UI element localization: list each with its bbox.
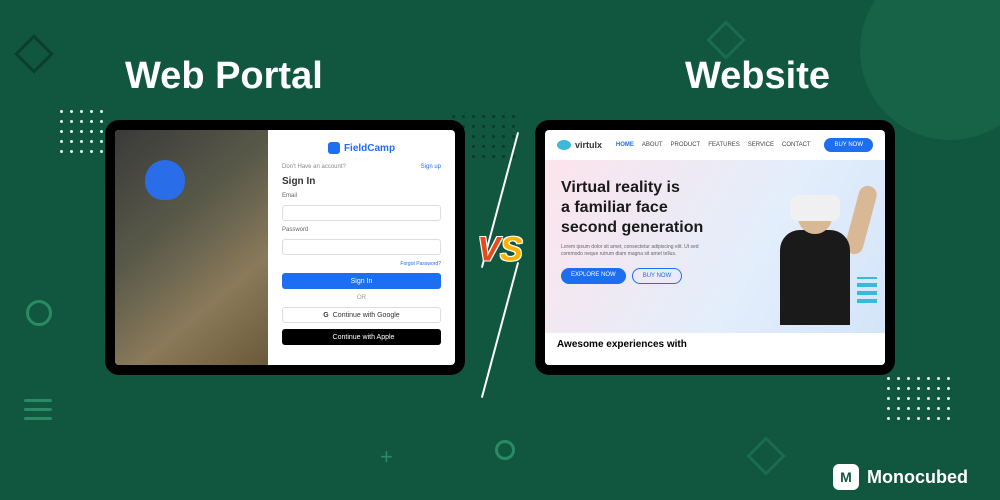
portal-logo: FieldCamp	[282, 142, 441, 154]
signin-button[interactable]: Sign In	[282, 273, 441, 289]
vs-divider-line	[481, 262, 519, 398]
dot-pattern	[887, 377, 950, 420]
email-label: Email	[282, 193, 441, 199]
portal-hero-image	[115, 130, 268, 365]
nav-features[interactable]: FEATURES	[708, 142, 740, 148]
bg-blob	[860, 0, 1000, 140]
site-logo-icon	[557, 140, 571, 150]
dot-pattern	[60, 110, 103, 153]
heading-right: Website	[685, 55, 830, 98]
no-account-text: Don't Have an account?	[282, 164, 346, 170]
site-logo-text: virtulx	[575, 140, 602, 150]
email-input[interactable]	[282, 205, 441, 221]
portal-logo-icon	[328, 142, 340, 154]
vs-badge: VS	[477, 231, 522, 270]
signin-title: Sign In	[282, 176, 441, 187]
buy-button[interactable]: BUY NOW	[632, 268, 683, 284]
accent-wave-icon	[857, 277, 877, 303]
brand-logo: M Monocubed	[833, 464, 968, 490]
heading-left: Web Portal	[125, 55, 323, 98]
nav-product[interactable]: PRODUCT	[671, 142, 701, 148]
tablet-portal: FieldCamp Don't Have an account? Sign up…	[105, 120, 465, 375]
signup-link[interactable]: Sign up	[421, 164, 441, 170]
brand-name: Monocubed	[867, 467, 968, 488]
nav-service[interactable]: SERVICE	[748, 142, 774, 148]
bg-circle-decor	[495, 440, 515, 460]
explore-button[interactable]: EXPLORE NOW	[561, 268, 626, 284]
site-footer-heading: Awesome experiences with	[545, 333, 885, 365]
nav-about[interactable]: ABOUT	[642, 142, 663, 148]
bg-square-decor	[706, 20, 746, 60]
bg-circle-decor	[26, 300, 52, 326]
forgot-password-link[interactable]: Forgot Password?	[282, 261, 441, 267]
bg-square-decor	[14, 34, 54, 74]
bg-plus-decor: +	[380, 444, 393, 470]
nav-buy-button[interactable]: BUY NOW	[824, 138, 873, 152]
hero-title: Virtual reality is a familiar face secon…	[561, 178, 730, 238]
tablet-website: virtulx HOME ABOUT PRODUCT FEATURES SERV…	[535, 120, 895, 375]
or-divider: OR	[282, 295, 441, 301]
nav-contact[interactable]: CONTACT	[782, 142, 811, 148]
brand-icon: M	[833, 464, 859, 490]
bg-square-decor	[746, 436, 786, 476]
apple-signin-button[interactable]: Continue with Apple	[282, 329, 441, 345]
site-logo: virtulx	[557, 140, 602, 150]
bg-lines-decor	[24, 399, 52, 420]
portal-logo-text: FieldCamp	[344, 143, 395, 154]
google-signin-button[interactable]: GContinue with Google	[282, 307, 441, 323]
password-input[interactable]	[282, 239, 441, 255]
hero-subtitle: Lorem ipsum dolor sit amet, consectetur …	[561, 244, 715, 258]
password-label: Password	[282, 227, 441, 233]
nav-home[interactable]: HOME	[616, 142, 634, 148]
